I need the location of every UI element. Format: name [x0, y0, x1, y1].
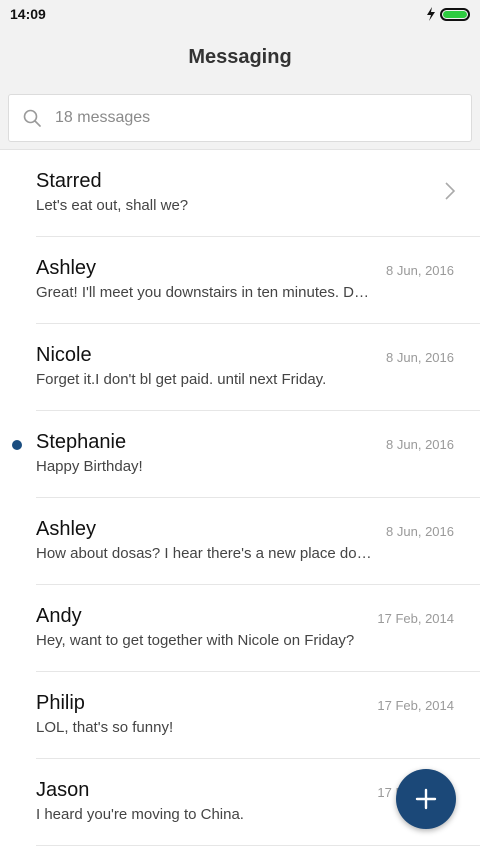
message-date: 8 Jun, 2016 — [386, 263, 454, 278]
conversation-row-starred[interactable]: Starred Let's eat out, shall we? — [36, 150, 480, 237]
contact-name: Nicole — [36, 344, 92, 366]
compose-button[interactable] — [396, 769, 456, 829]
conversation-row[interactable]: Nicole 8 Jun, 2016 Forget it.I don't bl … — [36, 324, 480, 411]
conversation-list: Starred Let's eat out, shall we? Ashley … — [0, 150, 480, 846]
battery-fill — [443, 10, 467, 18]
search-icon — [23, 109, 41, 127]
battery-icon — [440, 7, 470, 21]
app-header: Messaging — [0, 28, 480, 86]
chevron-right-icon — [445, 182, 456, 200]
conversation-row[interactable]: Andy 17 Feb, 2014 Hey, want to get toget… — [36, 585, 480, 672]
message-preview: Let's eat out, shall we? — [36, 197, 189, 214]
status-time: 14:09 — [10, 6, 46, 22]
conversation-row[interactable]: Stephanie 8 Jun, 2016 Happy Birthday! — [12, 411, 480, 498]
contact-name: Jason — [36, 779, 90, 801]
message-date: 8 Jun, 2016 — [386, 350, 454, 365]
status-icons — [426, 7, 470, 21]
search-input[interactable]: 18 messages — [8, 94, 472, 142]
conversation-row[interactable]: Philip 17 Feb, 2014 LOL, that's so funny… — [36, 672, 480, 759]
conversation-row[interactable]: Ashley 8 Jun, 2016 Great! I'll meet you … — [36, 237, 480, 324]
message-date: 17 Feb, 2014 — [377, 611, 454, 626]
message-preview: Great! I'll meet you downstairs in ten m… — [36, 284, 369, 301]
message-preview: Hey, want to get together with Nicole on… — [36, 632, 355, 649]
contact-name: Philip — [36, 692, 85, 714]
contact-name: Ashley — [36, 257, 97, 279]
status-bar: 14:09 — [0, 0, 480, 28]
search-area: 18 messages — [0, 86, 480, 150]
message-preview: LOL, that's so funny! — [36, 719, 174, 736]
contact-name: Stephanie — [36, 431, 127, 453]
message-date: 17 Feb, 2014 — [377, 698, 454, 713]
plus-icon — [415, 788, 437, 810]
message-preview: I heard you're moving to China. — [36, 806, 244, 823]
search-placeholder: 18 messages — [55, 109, 151, 126]
message-date: 8 Jun, 2016 — [386, 524, 454, 539]
unread-indicator — [12, 440, 22, 450]
message-date: 8 Jun, 2016 — [386, 437, 454, 452]
charging-bolt-icon — [427, 7, 435, 21]
message-preview: How about dosas? I hear there's a new pl… — [36, 545, 372, 562]
contact-name: Ashley — [36, 518, 97, 540]
page-title: Messaging — [188, 45, 292, 68]
message-preview: Forget it.I don't bl get paid. until nex… — [36, 371, 327, 388]
contact-name: Andy — [36, 605, 82, 627]
message-preview: Happy Birthday! — [36, 458, 143, 475]
contact-name: Starred — [36, 170, 102, 192]
conversation-row[interactable]: Ashley 8 Jun, 2016 How about dosas? I he… — [36, 498, 480, 585]
